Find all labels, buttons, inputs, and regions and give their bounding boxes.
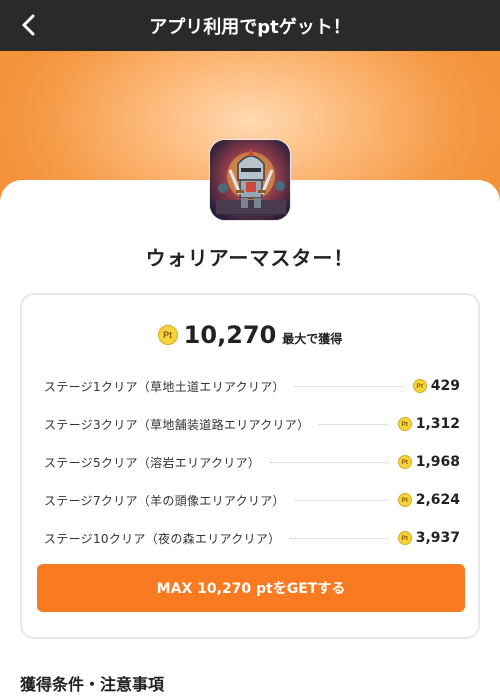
app-icon [209, 139, 291, 221]
stage-reward: Pt 429 [412, 378, 460, 394]
dotted-leader [290, 537, 388, 539]
stage-label: ステージ10クリア（夜の森エリアクリア） [44, 531, 281, 546]
stage-reward: Pt 1,968 [397, 454, 460, 470]
pt-coin-icon: Pt [157, 325, 178, 345]
dotted-leader [270, 461, 388, 463]
total-points-suffix: 最大で獲得 [282, 332, 343, 346]
dotted-leader [294, 499, 388, 501]
stage-label: ステージ5クリア（溶岩エリアクリア） [44, 455, 261, 470]
top-bar: アプリ利用でptゲット！ [0, 0, 500, 51]
stage-label: ステージ3クリア（草地舗装道路エリアクリア） [44, 417, 310, 432]
stage-label: ステージ1クリア（草地土道エリアクリア） [44, 379, 285, 394]
pt-coin-icon: Pt [397, 493, 412, 507]
dotted-leader [319, 423, 388, 425]
dotted-leader [294, 385, 403, 387]
knight-warrior-icon [210, 140, 290, 220]
back-button[interactable] [14, 10, 44, 40]
reward-card: Pt 10,270 最大で獲得 ステージ1クリア（草地土道エリアクリア） Pt … [20, 293, 480, 639]
chevron-left-icon [22, 14, 35, 36]
stage-row: ステージ3クリア（草地舗装道路エリアクリア） Pt 1,312 [44, 405, 460, 443]
pt-coin-icon: Pt [412, 379, 427, 393]
stage-row: ステージ1クリア（草地土道エリアクリア） Pt 429 [44, 367, 460, 405]
stage-points: 1,968 [415, 454, 460, 470]
get-points-button[interactable]: MAX 10,270 ptをGETする [37, 564, 465, 612]
stage-reward: Pt 3,937 [397, 530, 460, 546]
stage-points: 1,312 [415, 416, 460, 432]
pt-coin-icon: Pt [397, 531, 412, 545]
total-points-row: Pt 10,270 最大で獲得 [22, 321, 478, 349]
stage-points: 2,624 [415, 492, 460, 508]
page-title: アプリ利用でptゲット！ [149, 16, 351, 38]
stage-reward: Pt 2,624 [397, 492, 460, 508]
stage-row: ステージ5クリア（溶岩エリアクリア） Pt 1,968 [44, 443, 460, 481]
stage-points: 3,937 [415, 530, 460, 546]
total-points: 10,270 [183, 321, 277, 349]
pt-coin-icon: Pt [397, 417, 412, 431]
conditions-heading: 獲得条件・注意事項 [20, 675, 165, 694]
stage-row: ステージ10クリア（夜の森エリアクリア） Pt 3,937 [44, 519, 460, 557]
stage-reward: Pt 1,312 [397, 416, 460, 432]
stage-label: ステージ7クリア（羊の頭像エリアクリア） [44, 493, 285, 508]
stage-points: 429 [430, 378, 460, 394]
app-name: ウォリアーマスター！ [145, 246, 355, 270]
pt-coin-icon: Pt [397, 455, 412, 469]
stage-row: ステージ7クリア（羊の頭像エリアクリア） Pt 2,624 [44, 481, 460, 519]
stage-list: ステージ1クリア（草地土道エリアクリア） Pt 429 ステージ3クリア（草地舗… [44, 367, 460, 557]
